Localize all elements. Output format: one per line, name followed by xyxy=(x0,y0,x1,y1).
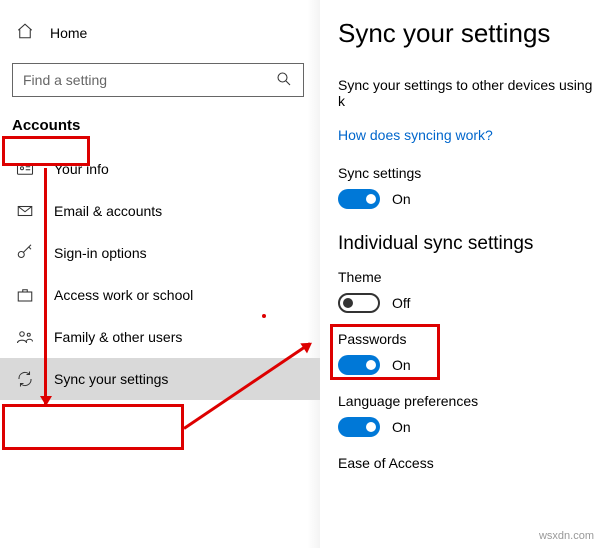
sidebar-item-sync-settings[interactable]: Sync your settings xyxy=(0,358,320,400)
search-icon xyxy=(275,70,293,91)
sidebar-item-family-users[interactable]: Family & other users xyxy=(0,316,320,358)
theme-label: Theme xyxy=(338,269,600,285)
language-toggle[interactable] xyxy=(338,417,380,437)
theme-block: Theme Off xyxy=(338,269,600,313)
language-block: Language preferences On xyxy=(338,393,600,437)
passwords-state: On xyxy=(392,357,411,373)
ease-of-access-block: Ease of Access xyxy=(338,455,600,471)
sidebar-item-your-info[interactable]: Your info xyxy=(0,148,320,190)
nav-home[interactable]: Home xyxy=(0,16,320,49)
page-title: Sync your settings xyxy=(338,18,600,49)
passwords-toggle[interactable] xyxy=(338,355,380,375)
theme-toggle[interactable] xyxy=(338,293,380,313)
sidebar-item-access-work-school[interactable]: Access work or school xyxy=(0,274,320,316)
sidebar-nav: Your info Email & accounts Sign-in optio… xyxy=(0,148,320,400)
sidebar-category: Accounts xyxy=(12,117,320,134)
sync-description: Sync your settings to other devices usin… xyxy=(338,77,600,109)
mail-icon xyxy=(16,202,34,220)
sidebar-item-email-accounts[interactable]: Email & accounts xyxy=(0,190,320,232)
home-icon xyxy=(16,22,34,43)
search-box[interactable] xyxy=(12,63,304,97)
search-input[interactable] xyxy=(23,72,275,88)
theme-state: Off xyxy=(392,295,410,311)
id-card-icon xyxy=(16,160,34,178)
passwords-label: Passwords xyxy=(338,331,600,347)
passwords-block: Passwords On xyxy=(338,331,600,375)
watermark: wsxdn.com xyxy=(539,530,594,542)
nav-home-label: Home xyxy=(50,25,87,41)
language-label: Language preferences xyxy=(338,393,600,409)
sidebar-item-label: Your info xyxy=(54,161,109,177)
individual-sync-heading: Individual sync settings xyxy=(338,233,600,255)
sidebar-item-signin-options[interactable]: Sign-in options xyxy=(0,232,320,274)
sync-settings-block: Sync settings On xyxy=(338,165,600,209)
sidebar-item-label: Email & accounts xyxy=(54,203,162,219)
sync-settings-toggle[interactable] xyxy=(338,189,380,209)
briefcase-icon xyxy=(16,286,34,304)
sidebar-item-label: Sign-in options xyxy=(54,245,147,261)
sidebar-item-label: Family & other users xyxy=(54,329,182,345)
sidebar-item-label: Access work or school xyxy=(54,287,193,303)
sync-settings-label: Sync settings xyxy=(338,165,600,181)
ease-of-access-label: Ease of Access xyxy=(338,455,600,471)
key-icon xyxy=(16,244,34,262)
sync-icon xyxy=(16,370,34,388)
settings-content: Sync your settings Sync your settings to… xyxy=(320,0,600,548)
settings-sidebar: Home Accounts Your info Email & accounts xyxy=(0,0,320,548)
people-icon xyxy=(16,328,34,346)
help-link[interactable]: How does syncing work? xyxy=(338,127,493,143)
language-state: On xyxy=(392,419,411,435)
sidebar-item-label: Sync your settings xyxy=(54,371,168,387)
sync-settings-state: On xyxy=(392,191,411,207)
